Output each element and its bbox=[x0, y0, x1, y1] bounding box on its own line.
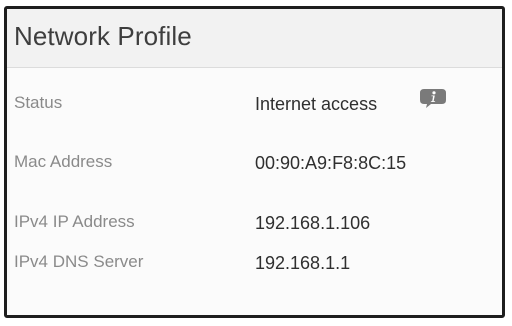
status-row: Status Internet access bbox=[7, 89, 502, 119]
mac-address-row: Mac Address 00:90:A9:F8:8C:15 bbox=[7, 148, 502, 178]
mac-address-label: Mac Address bbox=[14, 152, 113, 171]
ipv4-ip-address-label: IPv4 IP Address bbox=[14, 212, 135, 231]
ipv4-dns-server-value: 192.168.1.1 bbox=[255, 253, 351, 273]
ipv4-dns-server-row: IPv4 DNS Server 192.168.1.1 bbox=[7, 248, 502, 278]
ipv4-ip-address-value: 192.168.1.106 bbox=[255, 213, 371, 233]
info-icon[interactable] bbox=[419, 87, 447, 109]
network-profile-card: Network Profile Status Internet access M… bbox=[4, 6, 505, 318]
ipv4-ip-address-row: IPv4 IP Address 192.168.1.106 bbox=[7, 208, 502, 238]
status-label: Status bbox=[14, 93, 63, 112]
card-header: Network Profile bbox=[7, 9, 502, 68]
panel-title: Network Profile bbox=[14, 21, 192, 51]
ipv4-dns-server-label: IPv4 DNS Server bbox=[14, 252, 144, 271]
mac-address-value: 00:90:A9:F8:8C:15 bbox=[255, 153, 407, 173]
status-value: Internet access bbox=[255, 94, 378, 114]
